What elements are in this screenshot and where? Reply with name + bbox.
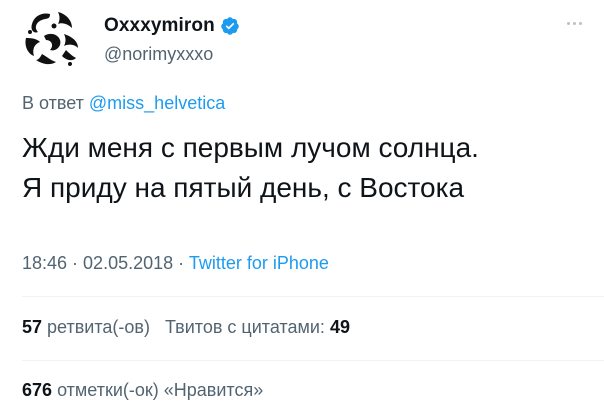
tweet-card: Oxxxymiron @norimyxxxo В ответ @miss_hel… (0, 0, 604, 420)
author-name-row[interactable]: Oxxxymiron (104, 14, 240, 38)
author-handle[interactable]: @norimyxxxo (104, 44, 213, 65)
tweet-text: Жди меня с первым лучом солнца. Я приду … (22, 132, 479, 203)
likes-count: 676 (22, 380, 53, 400)
reply-mention-link[interactable]: @miss_helvetica (89, 93, 225, 113)
verified-badge-icon (220, 16, 240, 36)
dot (579, 22, 582, 25)
divider (22, 296, 604, 297)
tweet-date[interactable]: 02.05.2018 (83, 253, 173, 273)
reply-prefix: В ответ (22, 93, 84, 113)
retweets-count: 57 (22, 317, 43, 337)
likes-stat[interactable]: 676 отметки(-ок) «Нравится» (22, 380, 263, 401)
retweets-label: ретвита(-ов) (47, 317, 150, 337)
meta-separator: · (173, 253, 189, 273)
retweets-stat[interactable]: 57 ретвита(-ов) (22, 317, 150, 337)
likes-label: отметки(-ок) «Нравится» (57, 380, 264, 400)
more-options-icon[interactable] (567, 22, 582, 25)
tweet-time[interactable]: 18:46 (22, 253, 67, 273)
avatar[interactable] (20, 8, 84, 72)
divider (22, 360, 604, 361)
meta-separator: · (67, 253, 84, 273)
quotes-count: 49 (329, 317, 350, 337)
tweet-meta: 18:46 · 02.05.2018 · Twitter for iPhone (22, 253, 329, 274)
quotes-stat[interactable]: Твитов с цитатами: 49 (165, 317, 350, 337)
tweet-source-link[interactable]: Twitter for iPhone (189, 253, 329, 273)
dot (573, 22, 576, 25)
reply-context: В ответ @miss_helvetica (22, 93, 225, 114)
avatar-image (20, 8, 84, 72)
dot (567, 22, 570, 25)
engagement-stats: 57 ретвита(-ов) Твитов с цитатами: 49 (22, 317, 350, 338)
author-display-name[interactable]: Oxxxymiron (104, 15, 215, 37)
quotes-label: Твитов с цитатами: (164, 317, 325, 337)
